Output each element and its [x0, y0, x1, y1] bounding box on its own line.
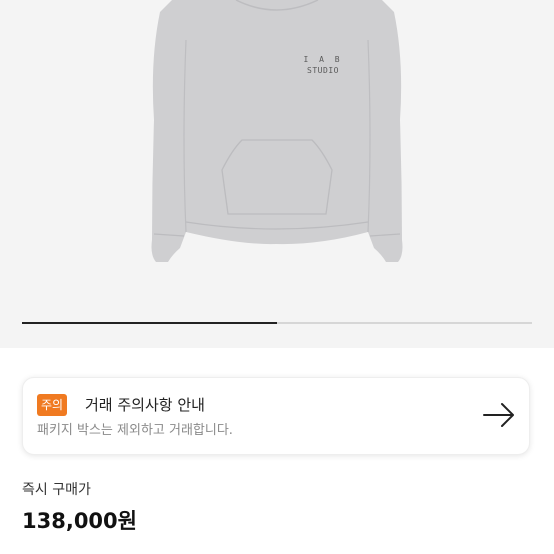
gallery-progress-track[interactable] [22, 322, 532, 324]
gallery-progress-fill [22, 322, 277, 324]
hoodie-image: I A B STUDIO [151, 0, 403, 262]
notice-badge: 주의 [37, 394, 68, 416]
arrow-right-icon[interactable] [481, 400, 517, 430]
hoodie-print-line2: STUDIO [307, 66, 339, 75]
notice-description: 패키지 박스는 제외하고 거래합니다. [37, 423, 233, 438]
product-detail-page: I A B STUDIO 주의 거래 주의사항 안내 패키지 박스는 제외하고 … [0, 0, 554, 554]
instant-buy-price-label: 즉시 구매가 [22, 482, 91, 498]
trade-notice-card[interactable]: 주의 거래 주의사항 안내 패키지 박스는 제외하고 거래합니다. [22, 377, 530, 455]
hoodie-print-line1: I A B [303, 55, 342, 64]
product-image-gallery[interactable]: I A B STUDIO [0, 0, 554, 348]
notice-title: 거래 주의사항 안내 [85, 396, 205, 414]
instant-buy-price: 138,000원 [22, 509, 137, 533]
